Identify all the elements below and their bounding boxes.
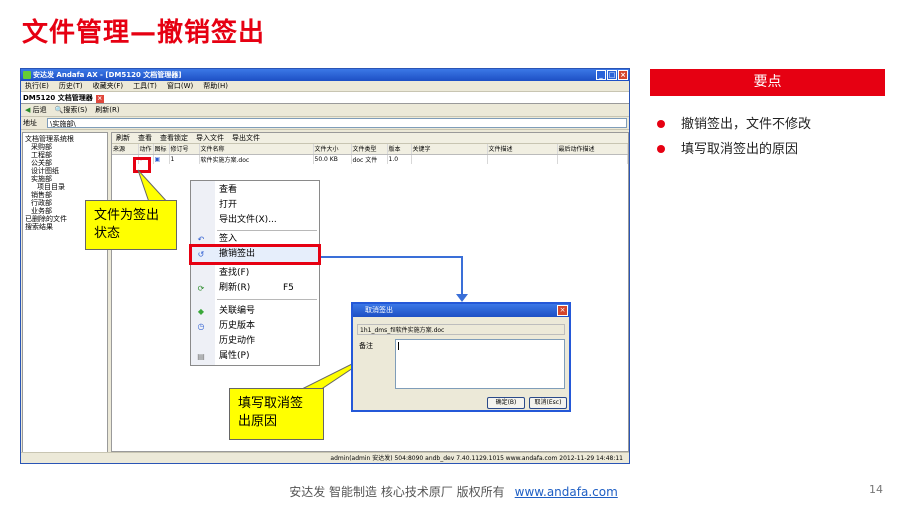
menu-item-history-version[interactable]: ◷ 历史版本 [191, 319, 319, 334]
text-cursor [398, 342, 399, 350]
menu-separator [217, 230, 317, 231]
connector-line [320, 256, 463, 298]
callout-fill-reason: 填写取消签出原因 [229, 388, 324, 440]
menu-item-history-action[interactable]: 历史动作 [191, 334, 319, 349]
dialog-close-button[interactable]: × [557, 305, 568, 316]
menu-item-export[interactable]: 导出文件(X)... [191, 213, 319, 228]
check-in-icon: ↶ [197, 235, 205, 244]
footer: 安达发 智能制造 核心技术原厂 版权所有 www.andafa.com [289, 485, 618, 499]
refresh-icon: ⟳ [197, 284, 205, 293]
callout-pointers [137, 169, 468, 391]
menu-item-find[interactable]: 查找(F) [191, 266, 319, 281]
connector-arrow-icon [456, 294, 468, 302]
menu-item-refresh[interactable]: ⟳ 刷新(R) F5 [191, 281, 319, 296]
cancel-checkout-dialog: 取消签出 × 1h1_dms_fil软件实施方案.doc 备注 确定(B) 取消… [351, 302, 571, 412]
menu-item-open[interactable]: 打开 [191, 198, 319, 213]
undo-checkout-highlight [189, 244, 321, 265]
memo-label: 备注 [359, 342, 373, 350]
ok-button[interactable]: 确定(B) [487, 397, 525, 409]
menu-item-view[interactable]: 查看 [191, 183, 319, 198]
footer-link[interactable]: www.andafa.com [515, 485, 618, 499]
link-icon: ◆ [197, 307, 205, 316]
dialog-file-field: 1h1_dms_fil软件实施方案.doc [357, 324, 565, 335]
memo-textarea[interactable] [395, 339, 565, 389]
page-number: 14 [869, 483, 883, 496]
context-menu: 查看 打开 导出文件(X)... ↶ 签入 ↺ 撤销签出 查找(F) ⟳ 刷新(R) F… [190, 180, 320, 366]
dialog-title-bar: 取消签出 × [353, 304, 569, 317]
callout-checked-out: 文件为签出状态 [85, 200, 177, 250]
history-icon: ◷ [197, 322, 205, 331]
menu-separator [217, 299, 317, 300]
menu-item-properties[interactable]: ▤ 属性(P) [191, 349, 319, 364]
menu-item-related-number[interactable]: ◆ 关联编号 [191, 304, 319, 319]
cancel-button[interactable]: 取消(Esc) [529, 397, 567, 409]
properties-icon: ▤ [197, 352, 205, 361]
